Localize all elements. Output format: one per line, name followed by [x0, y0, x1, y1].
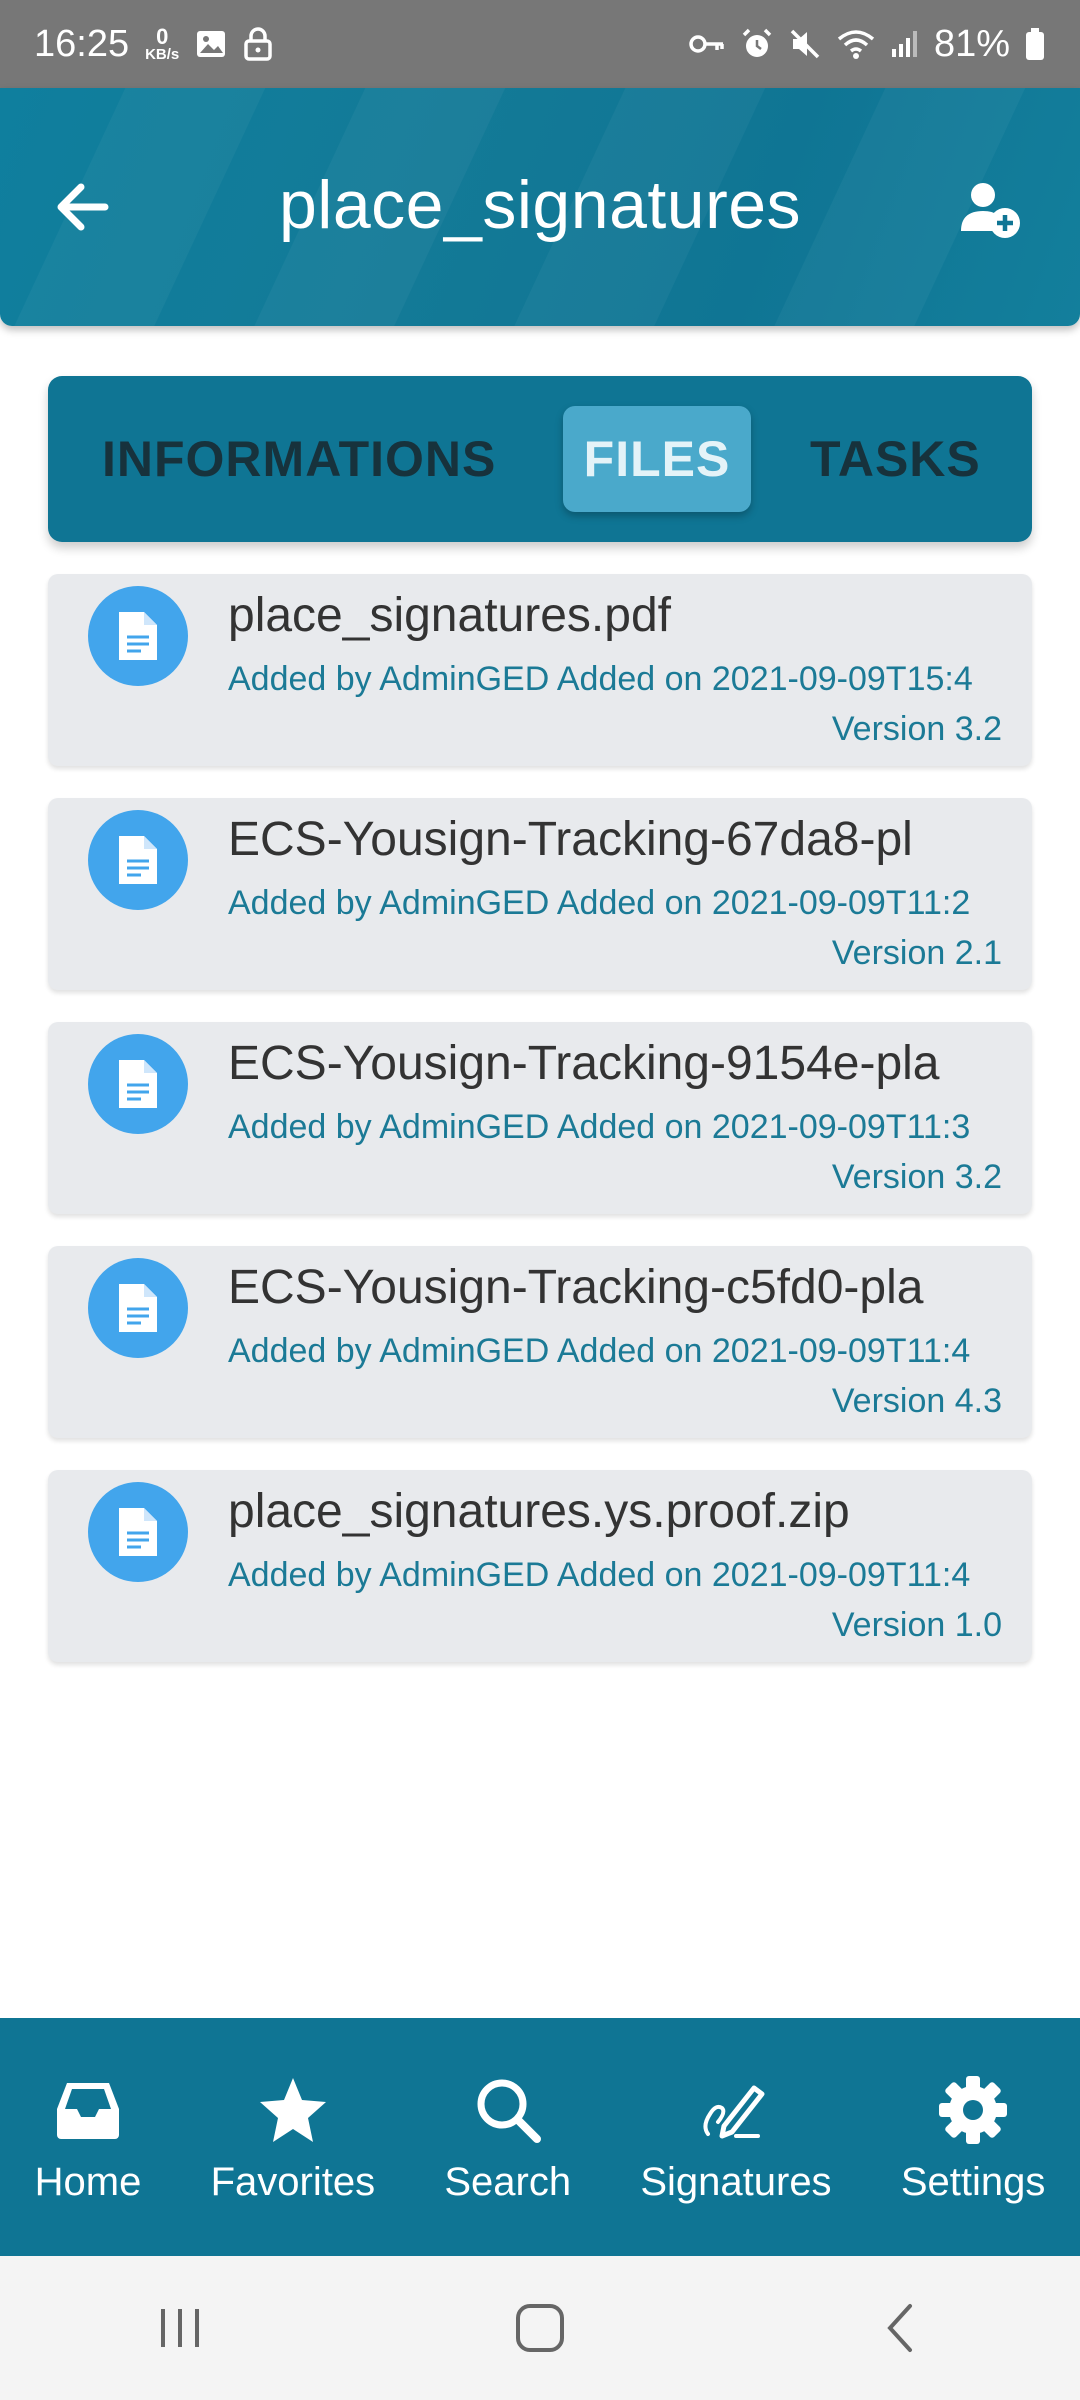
signature-icon	[696, 2070, 776, 2150]
bottom-nav: Home Favorites Search Signatures Setting…	[0, 2018, 1080, 2256]
key-icon	[688, 32, 726, 56]
nav-label: Settings	[900, 2159, 1046, 2204]
nav-favorites[interactable]: Favorites	[210, 2070, 376, 2205]
nav-signatures[interactable]: Signatures	[640, 2070, 832, 2205]
tab-bar: INFORMATIONS FILES TASKS	[48, 376, 1032, 542]
lock-icon	[243, 27, 273, 61]
gear-icon	[933, 2070, 1013, 2150]
file-item[interactable]: ECS-Yousign-Tracking-67da8-pl Added by A…	[48, 798, 1032, 990]
file-name: place_signatures.pdf	[228, 589, 671, 642]
tab-tasks[interactable]: TASKS	[810, 376, 981, 542]
net-speed: 0 KB/s	[145, 23, 180, 63]
file-icon	[88, 810, 188, 910]
home-button[interactable]	[500, 2288, 580, 2368]
file-name: place_signatures.ys.proof.zip	[228, 1485, 850, 1538]
file-meta: Added by AdminGED Added on 2021-09-09T11…	[228, 1332, 971, 1370]
inbox-icon	[48, 2070, 128, 2150]
recents-button[interactable]	[140, 2288, 220, 2368]
file-item[interactable]: place_signatures.ys.proof.zip Added by A…	[48, 1470, 1032, 1662]
status-time: 16:25	[34, 22, 130, 65]
battery-percent: 81%	[933, 22, 1010, 65]
file-version: Version 1.0	[831, 1606, 1002, 1644]
file-meta: Added by AdminGED Added on 2021-09-09T11…	[228, 1108, 971, 1146]
alarm-icon	[740, 27, 774, 61]
nav-label: Favorites	[210, 2159, 376, 2204]
search-icon	[468, 2070, 548, 2150]
add-user-icon	[961, 183, 1020, 238]
nav-label: Search	[444, 2159, 572, 2204]
file-version: Version 4.3	[831, 1382, 1002, 1420]
add-user-button[interactable]	[950, 170, 1030, 250]
file-icon	[88, 1258, 188, 1358]
file-version: Version 3.2	[831, 1158, 1002, 1196]
nav-settings[interactable]: Settings	[900, 2070, 1046, 2205]
file-name: ECS-Yousign-Tracking-9154e-pla	[228, 1037, 940, 1090]
file-list: place_signatures.pdf Added by AdminGED A…	[48, 574, 1032, 1694]
nav-home[interactable]: Home	[34, 2070, 142, 2205]
system-nav	[0, 2256, 1080, 2400]
status-bar: 16:25 0 KB/s 81%	[0, 0, 1080, 88]
app-header: place_signatures	[0, 88, 1080, 326]
file-icon	[88, 1482, 188, 1582]
wifi-icon	[836, 27, 876, 61]
net-speed-unit: KB/s	[145, 45, 180, 63]
file-item[interactable]: ECS-Yousign-Tracking-c5fd0-pla Added by …	[48, 1246, 1032, 1438]
file-item[interactable]: place_signatures.pdf Added by AdminGED A…	[48, 574, 1032, 766]
nav-search[interactable]: Search	[444, 2070, 571, 2205]
status-left: 16:25 0 KB/s	[34, 23, 273, 66]
net-speed-value: 0	[156, 23, 169, 49]
file-icon	[88, 586, 188, 686]
page-title: place_signatures	[278, 167, 802, 243]
tab-files[interactable]: FILES	[563, 406, 751, 512]
file-meta: Added by AdminGED Added on 2021-09-09T11…	[228, 884, 971, 922]
star-icon	[253, 2070, 333, 2150]
nav-label: Signatures	[640, 2159, 832, 2204]
file-name: ECS-Yousign-Tracking-c5fd0-pla	[228, 1261, 924, 1314]
mute-icon	[788, 27, 822, 61]
file-meta: Added by AdminGED Added on 2021-09-09T15…	[228, 660, 973, 698]
file-version: Version 2.1	[831, 934, 1002, 972]
image-icon	[195, 28, 227, 60]
status-right: 81%	[688, 23, 1046, 66]
file-icon	[88, 1034, 188, 1134]
back-system-button[interactable]	[860, 2288, 940, 2368]
file-version: Version 3.2	[831, 710, 1002, 748]
file-meta: Added by AdminGED Added on 2021-09-09T11…	[228, 1556, 971, 1594]
tab-informations[interactable]: INFORMATIONS	[102, 376, 496, 542]
chevron-left-icon	[887, 2304, 912, 2352]
file-name: ECS-Yousign-Tracking-67da8-pl	[228, 813, 913, 866]
nav-label: Home	[34, 2159, 142, 2204]
recents-icon	[161, 2309, 199, 2347]
signal-icon	[890, 29, 920, 59]
home-square-icon	[516, 2304, 564, 2352]
file-item[interactable]: ECS-Yousign-Tracking-9154e-pla Added by …	[48, 1022, 1032, 1214]
battery-icon	[1024, 27, 1046, 61]
